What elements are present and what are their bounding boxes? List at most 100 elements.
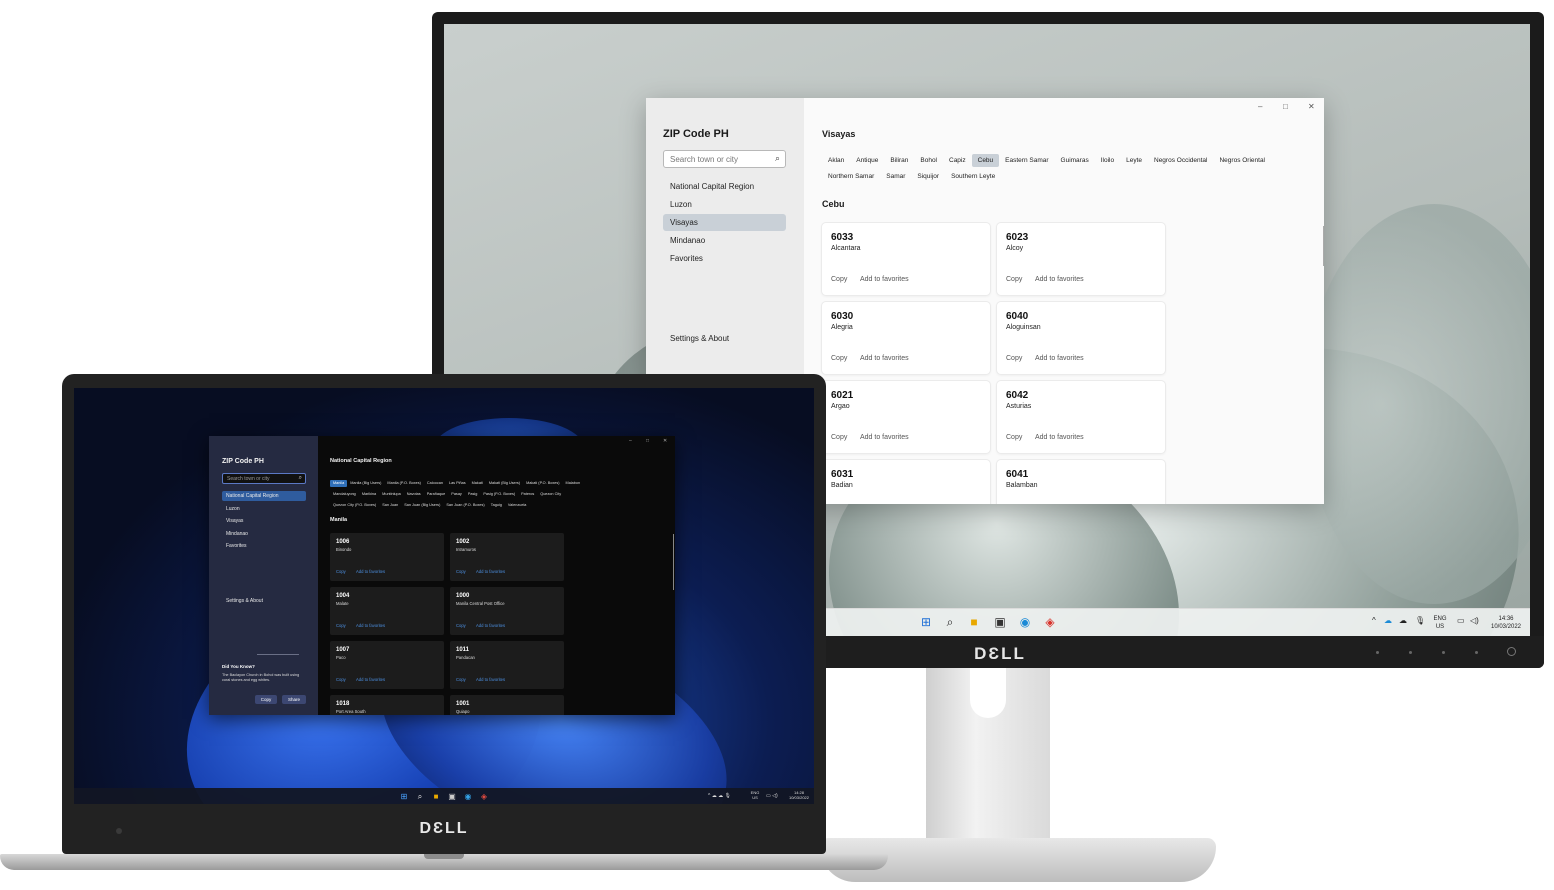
terminal-icon[interactable]: ▣ [992,614,1008,630]
zipcode-app-window-dark: ZIP Code PH Search town or city ⌕ Nation… [209,436,675,715]
start-icon[interactable]: ⊞ [918,614,934,630]
copy-link[interactable]: Copy [831,276,847,283]
zipcode-app-icon[interactable]: ◈ [1042,614,1058,630]
monitor-button[interactable] [1409,651,1412,654]
region-title: National Capital Region [330,458,392,464]
sidebar-nav: National Capital Region Luzon Visayas Minda… [222,491,306,554]
add-to-favorites-link[interactable]: Add to favorites [1035,276,1084,283]
sidebar-item-national-capital-region[interactable]: National Capital Region [222,491,306,501]
copy-link[interactable]: Copy [831,355,847,362]
power-icon[interactable] [1507,647,1516,656]
search-icon[interactable]: ⌕ [942,614,958,630]
add-to-favorites-link[interactable]: Add to favorites [476,569,505,574]
add-to-favorites-link[interactable]: Add to favorites [860,434,909,441]
copy-link[interactable]: Copy [1006,434,1022,441]
onedrive-icon[interactable]: ☁ [1384,617,1392,625]
zip-card: 1011 Pandacan Copy Add to favorites [450,641,564,689]
zip-code: 6031 [831,469,854,480]
monitor-button[interactable] [1475,651,1478,654]
edge-icon[interactable]: ◉ [460,789,476,805]
sidebar-item-visayas[interactable]: Visayas [222,516,306,526]
sidebar-item-visayas[interactable]: Visayas [663,214,786,231]
city-chip-san-juan-big-users[interactable]: San Juan (Big Users) [401,502,443,509]
chevron-up-icon[interactable]: ^ ☁ ☁ 🎙 [708,792,731,800]
copy-button[interactable]: Copy [255,695,277,704]
city-chip-san-juan-p-o-boxes[interactable]: San Juan (P.O. Boxes) [443,502,487,509]
sidebar-item-mindanao[interactable]: Mindanao [663,232,786,249]
city-chip-san-juan[interactable]: San Juan [379,502,401,509]
divider [257,654,299,655]
add-to-favorites-link[interactable]: Add to favorites [860,276,909,283]
volume-icon[interactable]: ◁) [1470,617,1479,625]
add-to-favorites-link[interactable]: Add to favorites [356,623,385,628]
town-name: Badian [831,482,853,489]
sidebar-item-mindanao[interactable]: Mindanao [222,529,306,539]
zipcode-app-icon[interactable]: ◈ [476,789,492,805]
edge-icon[interactable]: ◉ [1017,614,1033,630]
sidebar-item-luzon[interactable]: Luzon [222,504,306,514]
search-input[interactable]: Search town or city ⌕ [222,473,306,484]
settings-about-link[interactable]: Settings & About [663,330,786,347]
add-to-favorites-link[interactable]: Add to favorites [356,569,385,574]
settings-about-link[interactable]: Settings & About [222,596,306,606]
province-chip-southern-leyte[interactable]: Southern Leyte [945,170,1001,183]
copy-link[interactable]: Copy [831,434,847,441]
copy-link[interactable]: Copy [456,677,466,682]
monitor-button[interactable] [1442,651,1445,654]
town-name: Quiapo [456,709,470,714]
scrollbar[interactable] [673,534,674,590]
terminal-icon[interactable]: ▣ [444,789,460,805]
folder-icon[interactable]: ■ [428,789,444,805]
add-to-favorites-link[interactable]: Add to favorites [1035,434,1084,441]
copy-link[interactable]: Copy [456,569,466,574]
add-to-favorites-link[interactable]: Add to favorites [476,623,505,628]
minimize-icon[interactable]: – [629,438,632,444]
maximize-icon[interactable]: □ [1283,102,1288,111]
province-chip-siquijor[interactable]: Siquijor [911,170,945,183]
monitor-button[interactable] [1376,651,1379,654]
sidebar-item-luzon[interactable]: Luzon [663,196,786,213]
town-name: Binondo [336,547,352,552]
add-to-favorites-link[interactable]: Add to favorites [356,677,385,682]
maximize-icon[interactable]: □ [646,438,649,444]
city-chip-taguig[interactable]: Taguig [488,502,505,509]
copy-link[interactable]: Copy [456,623,466,628]
city-chip-valenzuela[interactable]: Valenzuela [505,502,530,509]
close-icon[interactable]: ✕ [1308,102,1315,111]
copy-link[interactable]: Copy [1006,276,1022,283]
scrollbar[interactable] [1323,226,1324,266]
town-name: Manila Central Post Office [456,601,505,606]
province-chip-northern-samar[interactable]: Northern Samar [822,170,880,183]
copy-link[interactable]: Copy [336,569,346,574]
province-chip-samar[interactable]: Samar [880,170,911,183]
folder-icon[interactable]: ■ [966,614,982,630]
onedrive-icon[interactable]: ☁ [1399,617,1407,625]
close-icon[interactable]: ✕ [663,438,667,444]
add-to-favorites-link[interactable]: Add to favorites [860,355,909,362]
language-indicator[interactable]: ENG US [1429,615,1451,631]
zip-card: 6031BadianCopyAdd to favorites [822,460,990,504]
zip-card: 6041BalambanCopyAdd to favorites [997,460,1165,504]
microphone-icon[interactable]: 🎙 [1415,617,1425,625]
sidebar-item-favorites[interactable]: Favorites [663,250,786,267]
add-to-favorites-link[interactable]: Add to favorites [476,677,505,682]
town-name: Alegria [831,324,853,331]
chevron-up-icon[interactable]: ^ [1372,617,1376,625]
volume-icon[interactable]: ▭ ◁) [766,792,778,800]
clock[interactable]: 14:36 10/03/2022 [1486,615,1526,631]
start-icon[interactable]: ⊞ [396,789,412,805]
add-to-favorites-link[interactable]: Add to favorites [1035,355,1084,362]
network-icon[interactable]: ▭ [1457,617,1465,625]
share-button[interactable]: Share [282,695,306,704]
clock[interactable]: 14:28 10/03/2022 [784,790,814,800]
minimize-icon[interactable]: – [1258,102,1262,111]
search-input[interactable]: Search town or city ⌕ [663,150,786,168]
copy-link[interactable]: Copy [1006,355,1022,362]
language-indicator[interactable]: ENG US [748,790,762,800]
search-icon[interactable]: ⌕ [412,789,428,805]
copy-link[interactable]: Copy [336,677,346,682]
copy-link[interactable]: Copy [336,623,346,628]
sidebar-item-national-capital-region[interactable]: National Capital Region [663,178,786,195]
city-chip-quezon-city-p-o-boxes[interactable]: Quezon City (P.O. Boxes) [330,502,379,509]
sidebar-item-favorites[interactable]: Favorites [222,541,306,551]
